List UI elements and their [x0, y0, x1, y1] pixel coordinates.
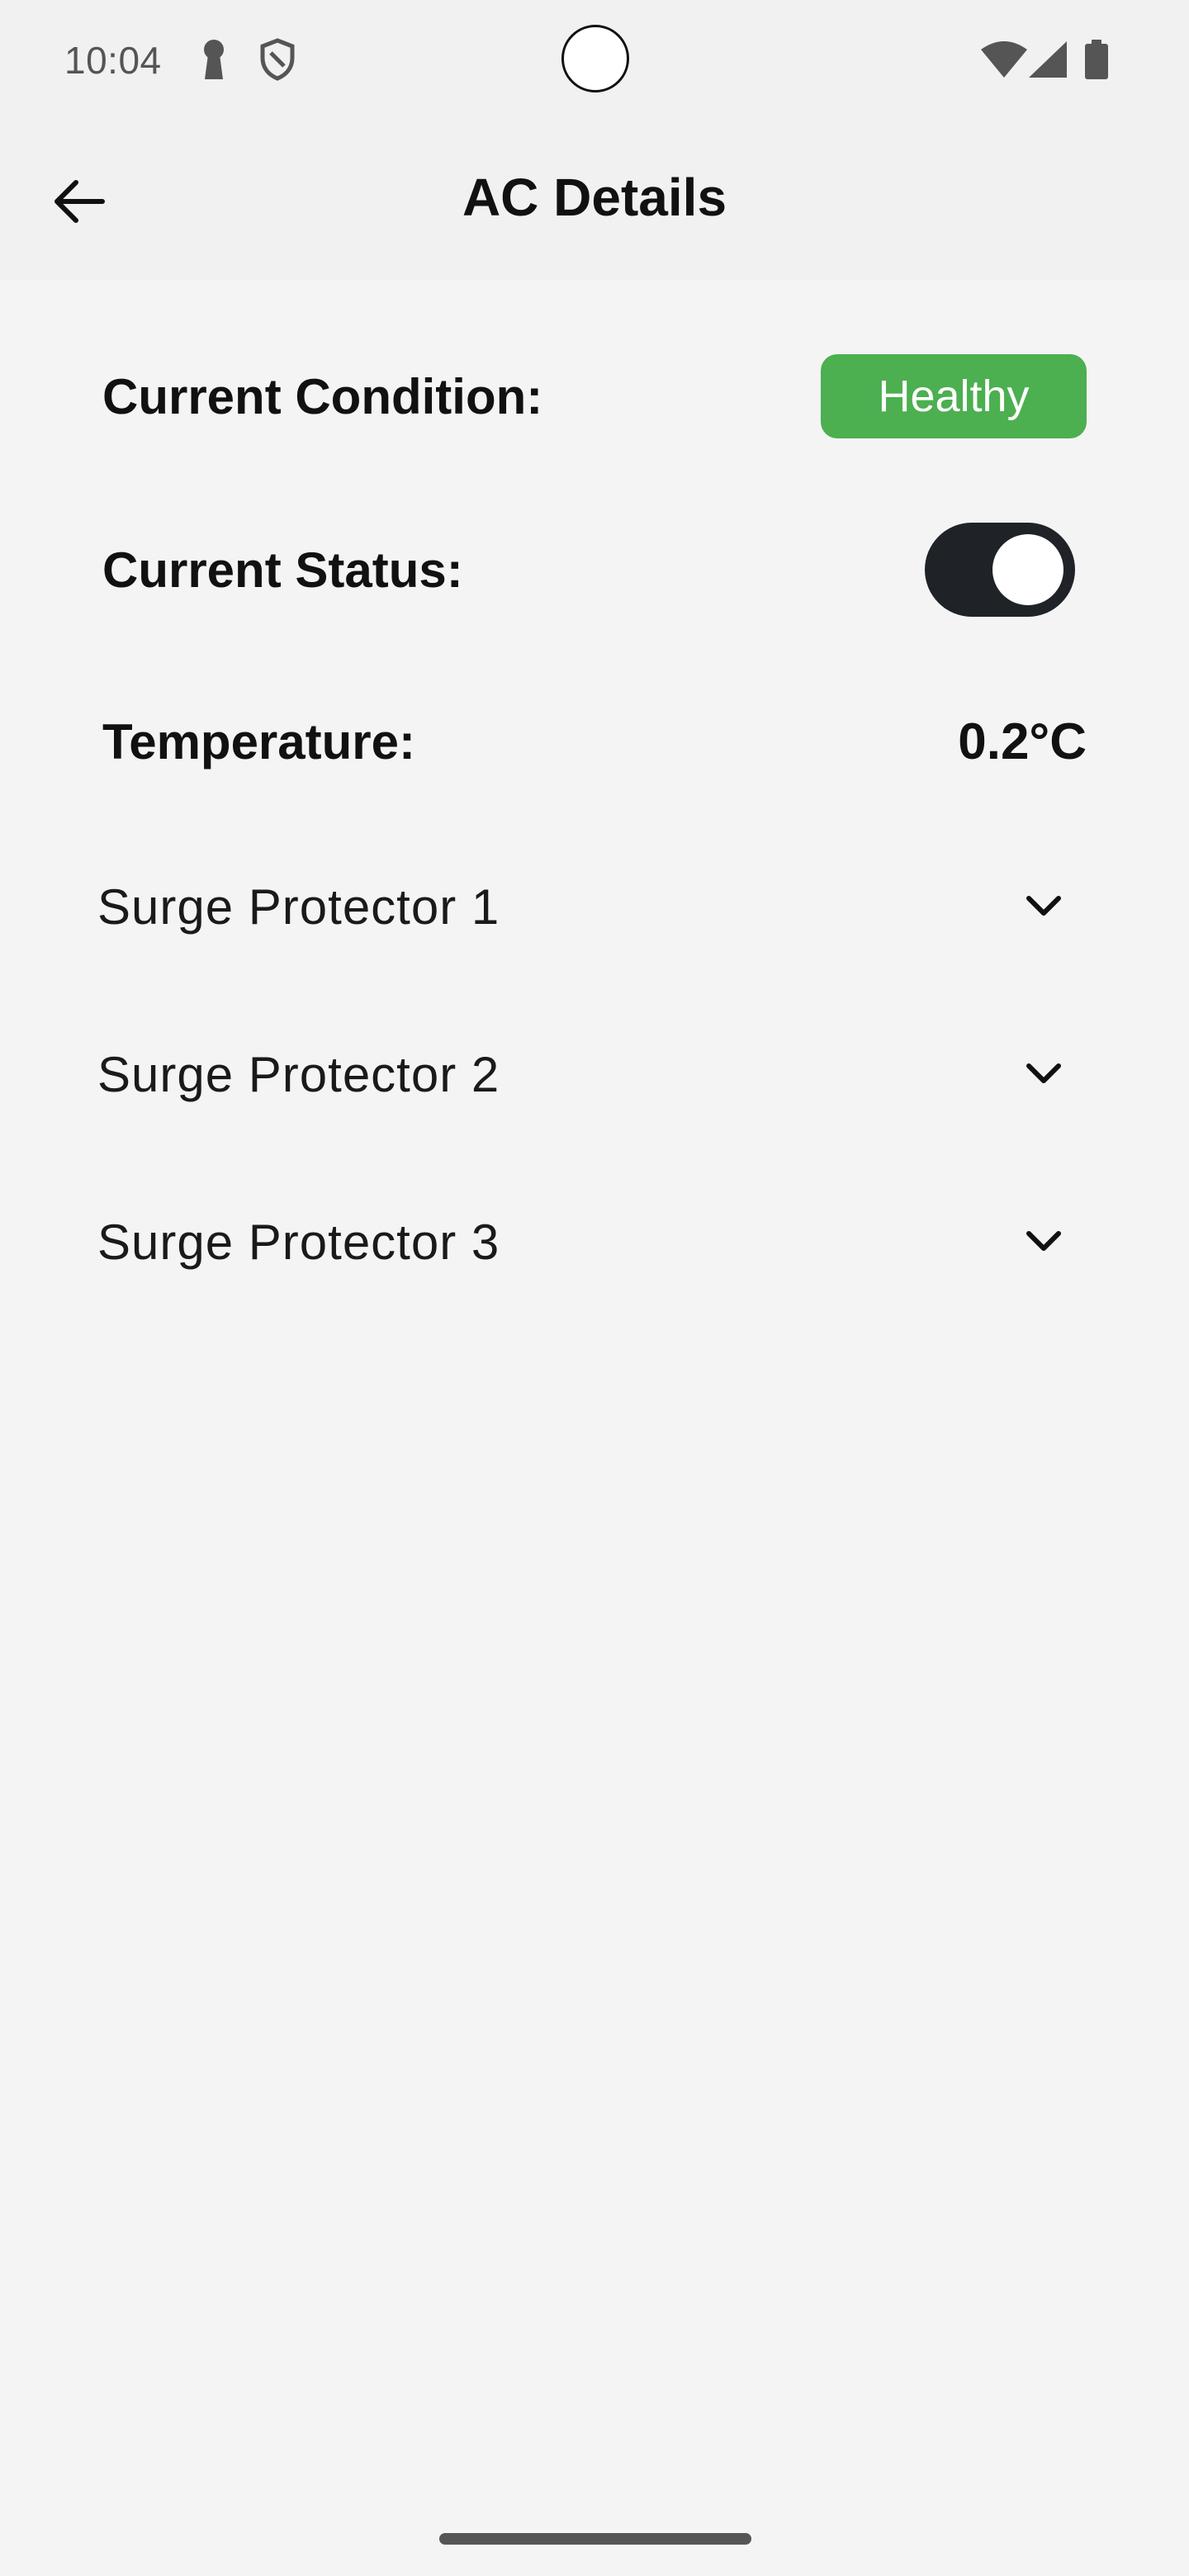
surge-protector-label: Surge Protector 2 — [97, 1046, 500, 1102]
keyhole-icon — [200, 38, 228, 85]
battery-icon — [1085, 40, 1108, 83]
status-bar: 10:04 — [0, 0, 1189, 124]
status-row: Current Status: — [102, 523, 1087, 617]
status-badge: Healthy — [821, 354, 1087, 438]
app-bar: AC Details — [0, 124, 1189, 281]
chevron-down-icon — [1011, 1209, 1077, 1275]
page-title: AC Details — [462, 168, 727, 227]
camera-cutout — [561, 25, 629, 92]
ac-details-screen: 10:04 AC Details Current Condition: Heal… — [0, 0, 1189, 2576]
surge-protector-label: Surge Protector 1 — [97, 878, 500, 935]
home-indicator[interactable] — [439, 2533, 751, 2545]
status-label: Current Status: — [102, 542, 463, 598]
temperature-value: 0.2°C — [958, 713, 1087, 770]
condition-row: Current Condition: Healthy — [102, 351, 1087, 442]
wifi-icon — [981, 41, 1027, 82]
status-time: 10:04 — [64, 39, 162, 82]
surge-protector-1-expander[interactable]: Surge Protector 1 — [97, 857, 1088, 956]
temperature-label: Temperature: — [102, 713, 415, 769]
shield-icon — [259, 38, 296, 85]
surge-protector-2-expander[interactable]: Surge Protector 2 — [97, 1025, 1088, 1124]
surge-protector-label: Surge Protector 3 — [97, 1214, 500, 1270]
temperature-row: Temperature: 0.2°C — [102, 696, 1087, 787]
chevron-down-icon — [1011, 1041, 1077, 1107]
chevron-down-icon — [1011, 874, 1077, 940]
cell-signal-icon — [1029, 41, 1067, 82]
surge-protector-3-expander[interactable]: Surge Protector 3 — [97, 1192, 1088, 1291]
toggle-knob — [992, 534, 1063, 605]
status-toggle[interactable] — [925, 523, 1075, 617]
condition-label: Current Condition: — [102, 368, 543, 424]
